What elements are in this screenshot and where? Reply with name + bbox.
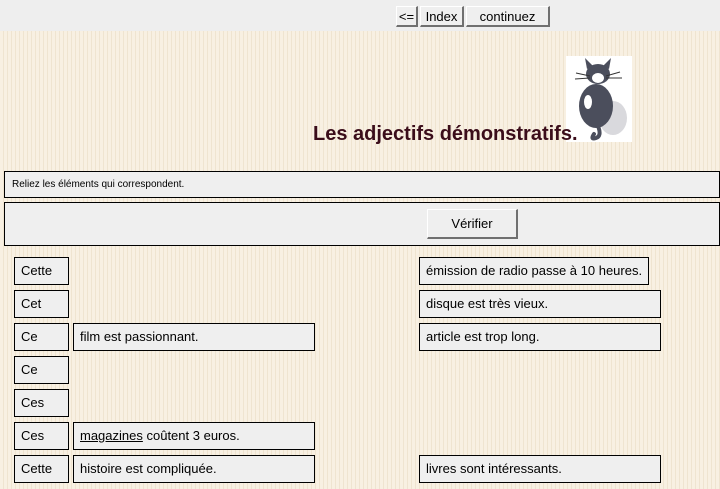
- ending-tile[interactable]: émission de radio passe à 10 heures.: [419, 257, 649, 285]
- ending-tile[interactable]: disque est très vieux.: [419, 290, 661, 318]
- word-tile-ce[interactable]: Ce: [14, 356, 69, 384]
- word-tile-ce[interactable]: Ce: [14, 323, 69, 351]
- ending-tile-placed[interactable]: histoire est compliquée.: [73, 455, 315, 483]
- word-tile-cette[interactable]: Cette: [14, 455, 69, 483]
- word-tile-cet[interactable]: Cet: [14, 290, 69, 318]
- continue-button[interactable]: continuez: [466, 6, 550, 27]
- ending-tile-placed[interactable]: magazines coûtent 3 euros.: [73, 422, 315, 450]
- ending-text: coûtent 3 euros.: [142, 428, 240, 443]
- ending-tile[interactable]: article est trop long.: [419, 323, 661, 351]
- word-tile-ces[interactable]: Ces: [14, 422, 69, 450]
- verify-panel: [4, 202, 720, 246]
- page-title: Les adjectifs démonstratifs.: [313, 123, 578, 145]
- back-button[interactable]: <=: [396, 6, 418, 27]
- ending-tile[interactable]: livres sont intéressants.: [419, 455, 661, 483]
- ending-tile-placed[interactable]: film est passionnant.: [73, 323, 315, 351]
- word-tile-cette[interactable]: Cette: [14, 257, 69, 285]
- index-button[interactable]: Index: [420, 6, 464, 27]
- instruction-text: Reliez les éléments qui correspondent.: [4, 171, 720, 198]
- word-tile-ces[interactable]: Ces: [14, 389, 69, 417]
- verify-button[interactable]: Vérifier: [427, 209, 518, 239]
- ending-link-text[interactable]: magazines: [80, 428, 143, 443]
- top-navigation-bar: <= Index continuez: [0, 0, 720, 31]
